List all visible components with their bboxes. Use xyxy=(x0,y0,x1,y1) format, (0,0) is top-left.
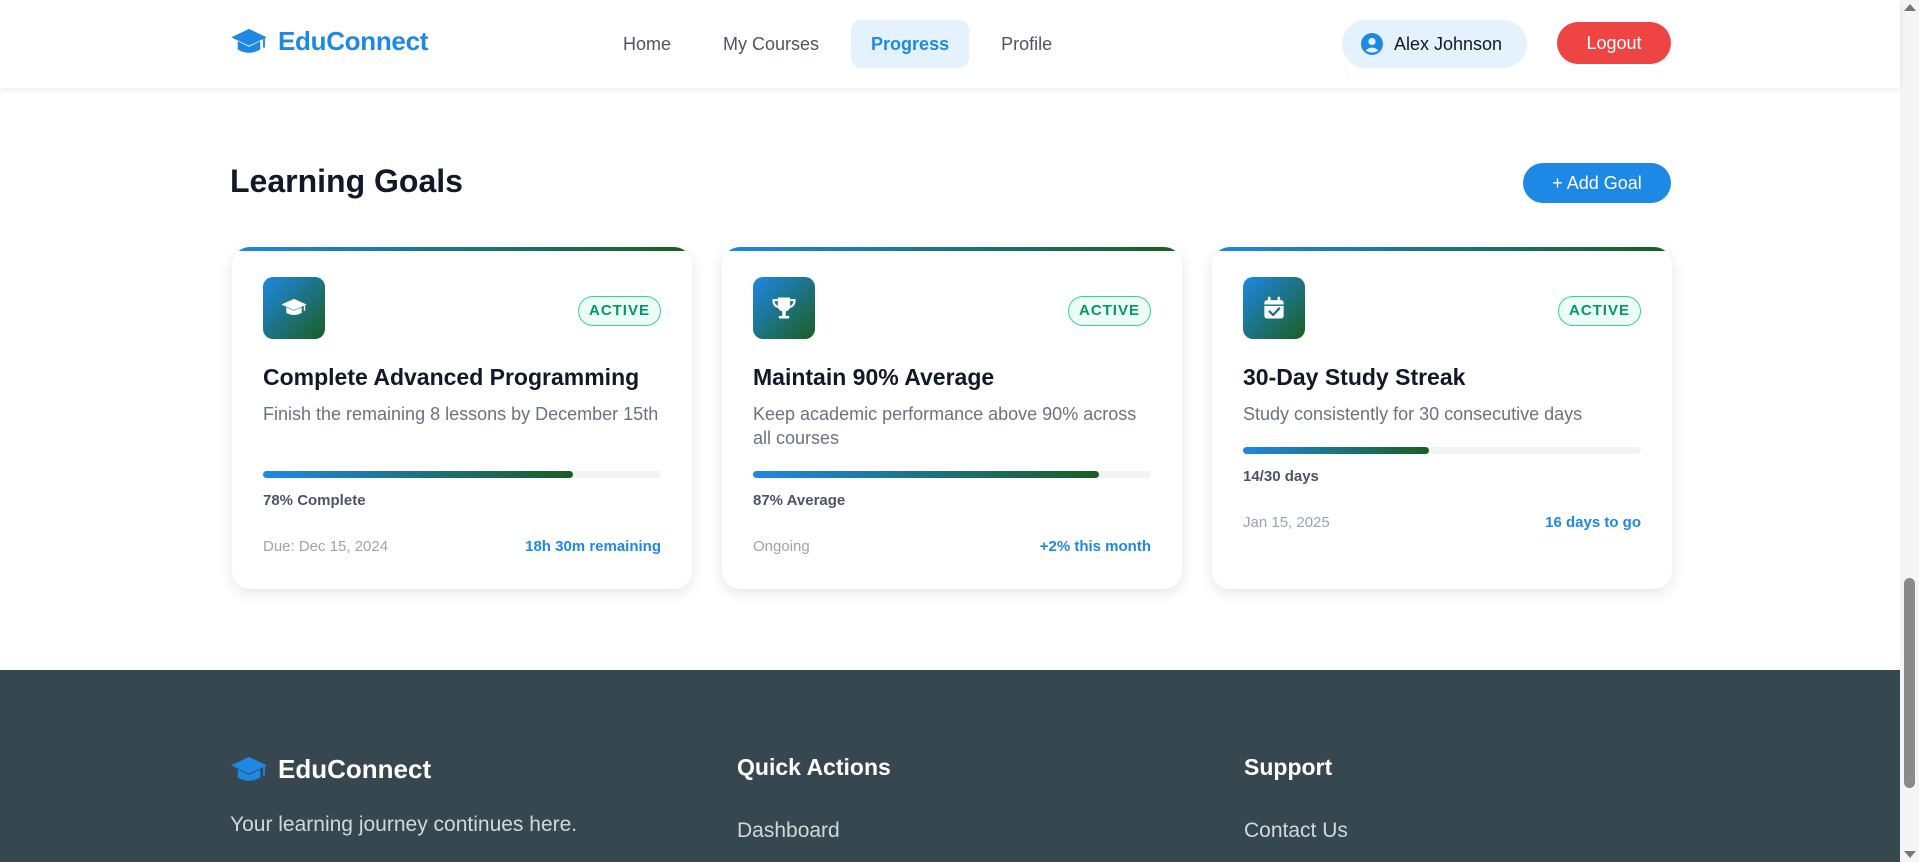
section-title: Learning Goals xyxy=(230,163,463,199)
user-menu[interactable]: Alex Johnson xyxy=(1342,20,1527,68)
status-badge: ACTIVE xyxy=(1067,296,1151,326)
goal-progress-label: 78% Complete xyxy=(263,492,366,509)
page-scrollbar[interactable] xyxy=(1900,0,1919,862)
footer-link-dashboard[interactable]: Dashboard xyxy=(737,819,840,843)
goal-progress-fill xyxy=(263,471,574,478)
goal-meta: +2% this month xyxy=(1039,538,1151,555)
goal-title: 30-Day Study Streak xyxy=(1243,364,1466,390)
graduation-cap-icon xyxy=(281,298,307,315)
footer-heading-quick-actions: Quick Actions xyxy=(737,754,891,780)
goal-date: Due: Dec 15, 2024 xyxy=(263,538,389,555)
main-nav: Home My Courses Progress Profile xyxy=(603,20,1072,68)
goal-meta: 18h 30m remaining xyxy=(525,538,661,555)
goal-progress-fill xyxy=(753,471,1100,478)
site-footer: EduConnect Your learning journey continu… xyxy=(0,670,1900,862)
top-navbar: EduConnect Home My Courses Progress Prof… xyxy=(0,0,1900,88)
user-name: Alex Johnson xyxy=(1394,33,1503,54)
goal-meta: 16 days to go xyxy=(1545,514,1641,531)
brand-name: EduConnect xyxy=(278,26,429,56)
goal-progress-bar xyxy=(753,471,1151,478)
goal-card[interactable]: ACTIVE Maintain 90% Average Keep academi… xyxy=(722,247,1182,589)
goal-icon-tile xyxy=(1243,277,1305,339)
brand-logo-link[interactable]: EduConnect xyxy=(230,26,428,57)
status-badge: ACTIVE xyxy=(577,296,661,326)
nav-home[interactable]: Home xyxy=(603,20,691,68)
scroll-down-arrow-icon[interactable] xyxy=(1904,851,1916,858)
goal-description: Keep academic performance above 90% acro… xyxy=(753,404,1137,448)
goal-icon-tile xyxy=(753,277,815,339)
logout-button[interactable]: Logout xyxy=(1557,22,1671,64)
calendar-check-icon xyxy=(1264,296,1284,319)
scrollbar-thumb[interactable] xyxy=(1904,578,1915,788)
goal-progress-bar xyxy=(263,471,661,478)
add-goal-button[interactable]: + Add Goal xyxy=(1523,163,1671,203)
goal-card[interactable]: ACTIVE 30-Day Study Streak Study consist… xyxy=(1212,247,1672,589)
goal-progress-label: 87% Average xyxy=(753,492,846,509)
footer-heading-support: Support xyxy=(1244,754,1333,780)
goal-progress-fill xyxy=(1243,447,1429,454)
goal-description: Finish the remaining 8 lessons by Decemb… xyxy=(263,404,659,424)
goal-date: Jan 15, 2025 xyxy=(1243,514,1330,531)
footer-link-contact-us[interactable]: Contact Us xyxy=(1244,819,1348,843)
goal-title: Maintain 90% Average xyxy=(753,364,995,390)
footer-brand-name: EduConnect xyxy=(278,754,432,784)
nav-profile[interactable]: Profile xyxy=(981,20,1072,68)
footer-tagline: Your learning journey continues here. xyxy=(230,813,578,836)
goal-date: Ongoing xyxy=(753,538,810,555)
graduation-cap-icon xyxy=(231,756,267,781)
user-circle-icon xyxy=(1361,33,1383,55)
goal-title: Complete Advanced Programming xyxy=(263,364,640,390)
trophy-icon xyxy=(772,297,796,319)
scroll-up-arrow-icon[interactable] xyxy=(1904,4,1916,11)
goal-progress-bar xyxy=(1243,447,1641,454)
nav-my-courses[interactable]: My Courses xyxy=(703,20,839,68)
status-badge: ACTIVE xyxy=(1557,296,1641,326)
goal-progress-label: 14/30 days xyxy=(1243,468,1319,485)
goal-description: Study consistently for 30 consecutive da… xyxy=(1243,404,1583,424)
nav-progress[interactable]: Progress xyxy=(851,20,970,68)
footer-brand: EduConnect xyxy=(230,754,431,785)
goal-card[interactable]: ACTIVE Complete Advanced Programming Fin… xyxy=(232,247,692,589)
graduation-cap-icon xyxy=(231,28,267,53)
goal-icon-tile xyxy=(263,277,325,339)
